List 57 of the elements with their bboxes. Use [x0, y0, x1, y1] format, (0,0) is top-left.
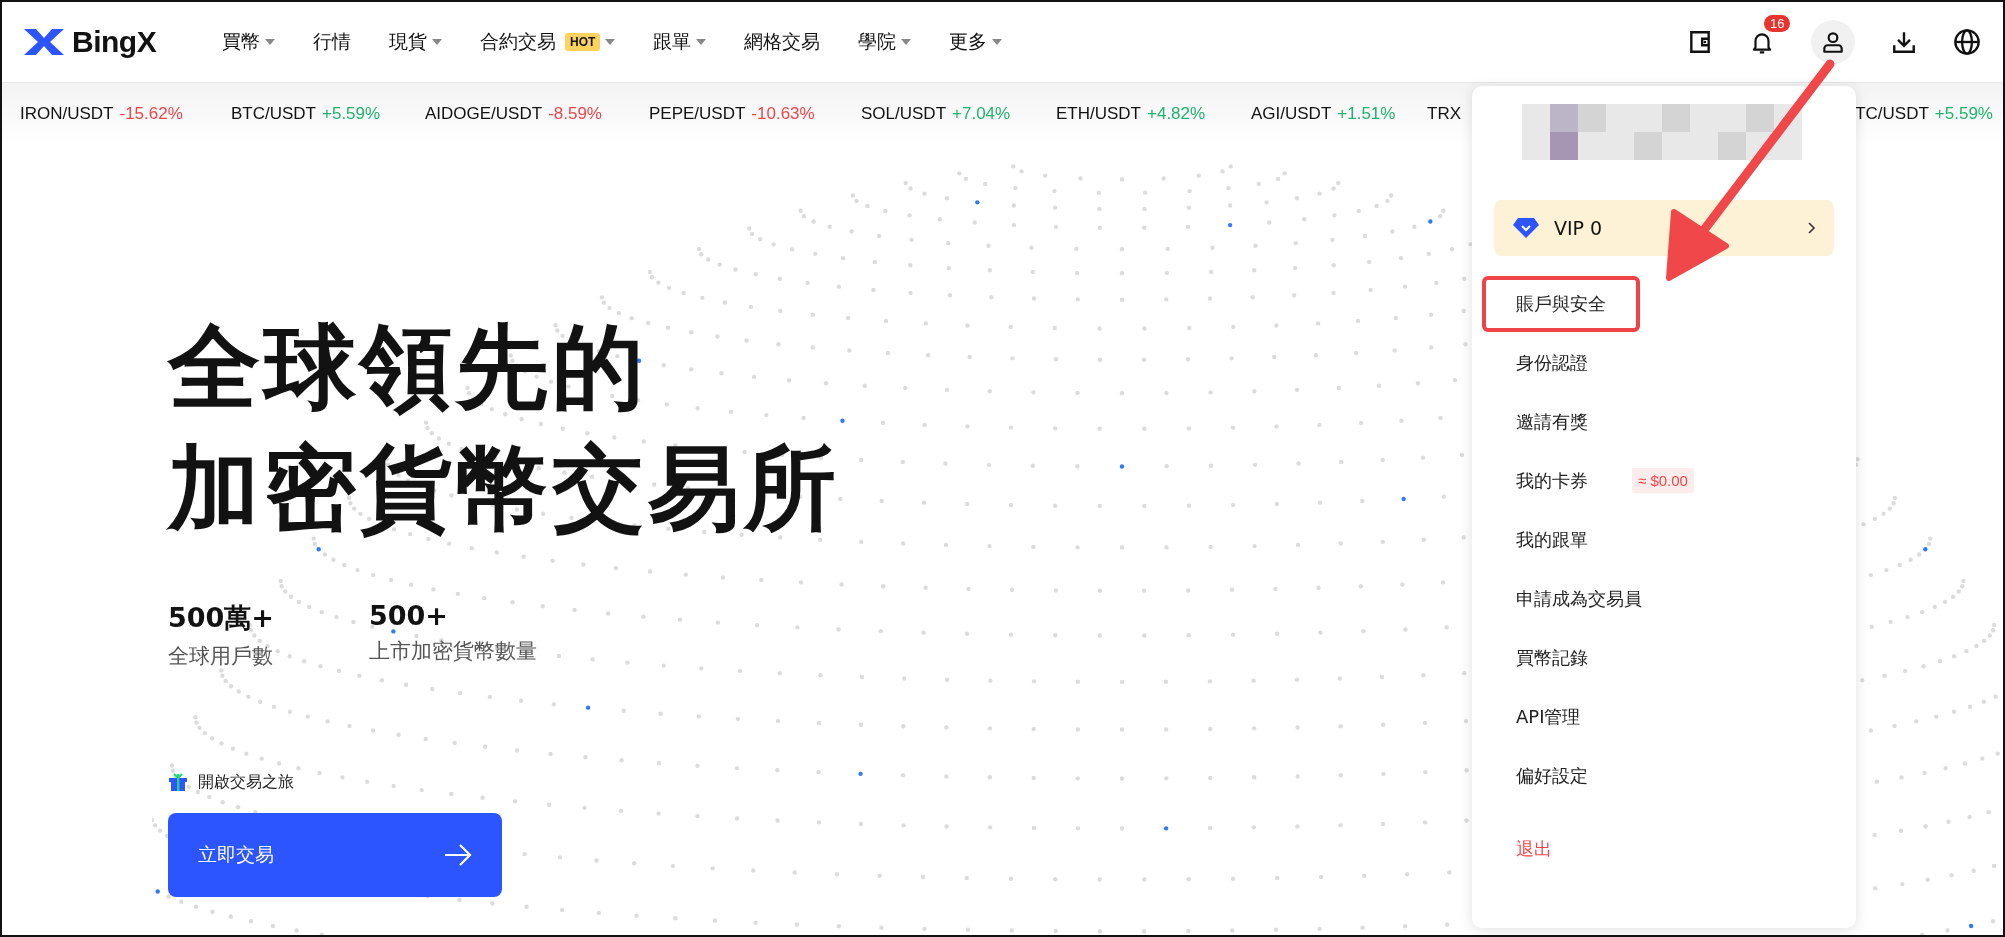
ticker-pair[interactable]: TRX — [1427, 104, 1461, 124]
user-icon[interactable] — [1811, 20, 1855, 64]
ticker-pair[interactable]: AIDOGE/USDT — [425, 104, 543, 124]
menu-item[interactable]: 申請成為交易員 — [1482, 570, 1676, 627]
diamond-icon — [1512, 217, 1540, 239]
globe-icon[interactable] — [1953, 28, 1981, 56]
menu-item[interactable]: 賬戶與安全 — [1482, 275, 1640, 332]
vip-level-text: VIP 0 — [1554, 217, 1603, 239]
trade-now-button[interactable]: 立即交易 — [168, 812, 502, 897]
chevron-right-icon — [1808, 222, 1816, 234]
ticker-change: +4.82% — [1147, 104, 1206, 124]
menu-item[interactable]: 身份認證 — [1482, 334, 1622, 391]
hot-badge: HOT — [565, 33, 601, 51]
menu-item[interactable]: 退出 — [1482, 820, 1586, 877]
nav-link[interactable]: 網格交易 — [744, 29, 821, 55]
hero-title: 全球領先的 — [168, 313, 648, 423]
stat-label: 全球用戶數 — [168, 642, 273, 670]
ticker-change: +5.59% — [1934, 104, 1993, 124]
ticker-change: +7.04% — [952, 104, 1011, 124]
ticker-change: -10.63% — [751, 104, 815, 124]
ticker-change: -8.59% — [548, 104, 602, 124]
ticker-pair[interactable]: SOL/USDT — [861, 104, 947, 124]
nav-link[interactable]: 合約交易 HOT — [480, 29, 616, 55]
menu-item[interactable]: 我的跟單 — [1482, 511, 1622, 568]
ticker-pair[interactable]: ETH/USDT — [1056, 104, 1141, 124]
stat-label: 上市加密貨幣數量 — [369, 637, 537, 665]
menu-item[interactable]: 邀請有獎 — [1482, 393, 1622, 450]
ticker-pair[interactable]: AGI/USDT — [1251, 104, 1332, 124]
arrow-right-icon — [444, 842, 472, 867]
stat-value: 500+ — [369, 599, 448, 631]
ticker-pair[interactable]: PEPE/USDT — [649, 104, 746, 124]
ticker-change: +1.51% — [1337, 104, 1396, 124]
stat-value: 500萬+ — [168, 600, 274, 635]
logo-text[interactable]: BingX — [72, 25, 157, 59]
download-icon[interactable] — [1891, 29, 1917, 55]
wallet-icon[interactable] — [1687, 29, 1713, 55]
logo-icon[interactable] — [22, 27, 66, 57]
nav-link[interactable]: 學院 — [858, 29, 912, 55]
ticker-pair[interactable]: IRON/USDT — [20, 104, 114, 124]
menu-item[interactable]: 偏好設定 — [1482, 747, 1622, 804]
nav-link[interactable]: 買幣 — [222, 29, 275, 55]
nav-link[interactable]: 更多 — [949, 29, 1003, 55]
ticker-pair[interactable]: TC/USDT — [1855, 104, 1929, 124]
hero-title: 加密貨幣交易所 — [168, 434, 840, 545]
menu-item[interactable]: API管理 — [1482, 688, 1615, 745]
gift-icon — [168, 772, 188, 793]
nav-link[interactable]: 現貨 — [389, 29, 442, 55]
ticker-change: +5.59% — [322, 104, 381, 124]
nav-link[interactable]: 行情 — [313, 29, 351, 55]
nav-link[interactable]: 跟單 — [653, 29, 707, 55]
ticker-pair[interactable]: BTC/USDT — [231, 104, 316, 124]
ticker-change: -15.62% — [119, 104, 183, 124]
notification-badge: 16 — [1764, 15, 1791, 32]
menu-item[interactable]: 買幣記錄 — [1482, 629, 1622, 686]
balance-badge: ≈ $0.00 — [1632, 468, 1694, 493]
promo-text: 開啟交易之旅 — [198, 771, 294, 793]
menu-item[interactable]: 我的卡券 — [1482, 452, 1622, 509]
